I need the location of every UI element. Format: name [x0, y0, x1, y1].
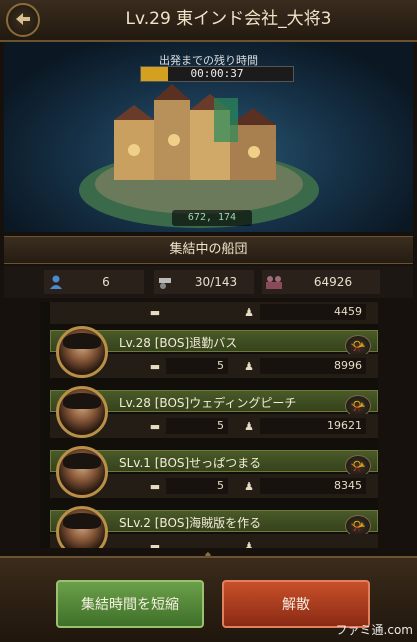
cannon-icon: ▬	[149, 419, 161, 433]
row-ships: 5	[166, 358, 228, 374]
cannon-icon: ▬	[149, 359, 161, 373]
crew-icon	[262, 270, 286, 294]
fortress-island-image	[79, 84, 319, 228]
back-arrow-icon	[14, 10, 32, 31]
cannon-icon	[154, 270, 178, 294]
crew-icon: ♟	[244, 539, 254, 549]
section-title: 集結中の船団	[4, 236, 413, 264]
page-title: Lv.29 東インド会社_大将3	[125, 9, 332, 29]
pirate-hat-icon	[63, 513, 101, 529]
stat-members-value: 6	[102, 275, 110, 289]
list-item[interactable]: Lv.28 [BOS]退勤バス 📯 ▬ 5 ♟ 8996	[40, 326, 378, 384]
row-power: 4459	[260, 304, 366, 320]
fleet-name: Lv.28 [BOS]退勤バス	[119, 336, 238, 350]
fleet-name: SLv.1 [BOS]せっぱつまる	[119, 456, 262, 470]
map-coordinates: 672, 174	[172, 210, 252, 226]
list-item[interactable]: Lv.28 [BOS]ウェディングピーチ 📯 ▬ 5 ♟ 19621	[40, 386, 378, 444]
map-view[interactable]: 出発までの残り時間 00:00:37 672, 174	[4, 42, 413, 232]
row-power: 8996	[260, 358, 366, 374]
timer-progress-bar: 00:00:37	[140, 66, 294, 82]
stat-capacity: 30/143	[154, 270, 254, 294]
user-icon	[44, 270, 68, 294]
back-button[interactable]	[6, 3, 40, 37]
crew-icon: ♟	[244, 479, 254, 493]
list-item[interactable]: SLv.2 [BOS]海賊版を作る 📯 ▬ ♟	[40, 506, 378, 548]
stat-power-value: 64926	[313, 275, 353, 289]
avatar	[56, 386, 108, 438]
pirate-hat-icon	[63, 393, 101, 409]
fleet-list[interactable]: ▬ ♟ 4459 Lv.28 [BOS]退勤バス 📯 ▬ 5 ♟ 8996 Lv…	[40, 302, 378, 548]
stat-power: 64926	[262, 270, 380, 294]
row-ships: 5	[166, 478, 228, 494]
pirate-hat-icon	[63, 333, 101, 349]
avatar	[56, 446, 108, 498]
stat-members: 6	[44, 270, 144, 294]
header: Lv.29 東インド会社_大将3	[0, 0, 417, 42]
watermark-logo: ファミ通.com	[335, 623, 413, 637]
crew-icon: ♟	[244, 305, 254, 319]
crew-icon: ♟	[244, 359, 254, 373]
fleet-name: Lv.28 [BOS]ウェディングピーチ	[119, 396, 297, 410]
shorten-time-button[interactable]: 集結時間を短縮	[56, 580, 204, 628]
fleet-name: SLv.2 [BOS]海賊版を作る	[119, 516, 262, 530]
avatar	[56, 326, 108, 378]
cannon-icon: ▬	[149, 305, 161, 319]
row-stats: ▬ ♟ 4459	[50, 302, 378, 324]
timer-value: 00:00:37	[190, 67, 244, 80]
row-power: 19621	[260, 418, 366, 434]
cannon-icon: ▬	[149, 539, 161, 549]
cannon-icon: ▬	[149, 479, 161, 493]
list-item[interactable]: SLv.1 [BOS]せっぱつまる 📯 ▬ 5 ♟ 8345	[40, 446, 378, 504]
crew-icon: ♟	[244, 419, 254, 433]
fleet-stats: 6 30/143 64926	[4, 266, 413, 298]
row-power: 8345	[260, 478, 366, 494]
pirate-hat-icon	[63, 453, 101, 469]
stat-capacity-value: 30/143	[194, 275, 238, 289]
app-frame: Lv.29 東インド会社_大将3 出発までの残り時間 00:00:37 672,…	[0, 0, 417, 642]
row-ships: 5	[166, 418, 228, 434]
